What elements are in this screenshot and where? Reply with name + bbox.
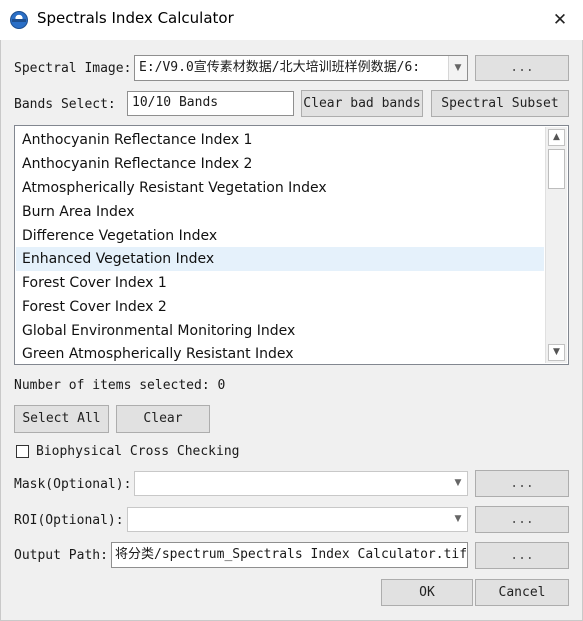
list-item[interactable]: Forest Cover Index 1 (16, 271, 544, 295)
ok-button[interactable]: OK (381, 579, 473, 606)
list-item[interactable]: Green Atmospherically Resistant Index (16, 342, 544, 364)
index-listbox[interactable]: Anthocyanin Reflectance Index 1 Anthocya… (14, 125, 569, 365)
chevron-down-icon[interactable]: ▼ (449, 508, 467, 531)
close-icon[interactable]: ✕ (545, 6, 575, 34)
bands-select-field[interactable]: 10/10 Bands (127, 91, 294, 116)
biophysical-label: Biophysical Cross Checking (36, 444, 240, 459)
mask-label: Mask(Optional): (14, 477, 132, 492)
list-item[interactable]: Anthocyanin Reflectance Index 1 (16, 128, 544, 152)
mask-combo[interactable]: ▼ (134, 471, 468, 496)
spectral-subset-button[interactable]: Spectral Subset (431, 90, 569, 117)
output-path-field[interactable]: 将分类/spectrum_Spectrals Index Calculator.… (111, 542, 468, 568)
chevron-down-icon[interactable]: ▼ (449, 472, 467, 495)
clear-bad-bands-button[interactable]: Clear bad bands (301, 90, 423, 117)
list-item[interactable]: Atmospherically Resistant Vegetation Ind… (16, 176, 544, 200)
window-title: Spectrals Index Calculator (37, 9, 234, 27)
items-selected-count: Number of items selected: 0 (14, 378, 226, 393)
list-item[interactable]: Difference Vegetation Index (16, 224, 544, 248)
spectral-image-label: Spectral Image: (14, 61, 132, 76)
scroll-up-icon[interactable]: ▲ (548, 129, 565, 146)
mask-value (135, 472, 449, 495)
scroll-down-icon[interactable]: ▼ (548, 344, 565, 361)
roi-combo[interactable]: ▼ (127, 507, 468, 532)
list-item[interactable]: Anthocyanin Reflectance Index 2 (16, 152, 544, 176)
app-globe-icon (10, 11, 28, 29)
spectral-image-value: E:/V9.0宣传素材数据/北大培训班样例数据/6: (139, 60, 421, 75)
list-scrollbar[interactable]: ▲ ▼ (545, 127, 567, 363)
spectral-image-browse-button[interactable]: ... (475, 55, 569, 81)
cancel-button[interactable]: Cancel (475, 579, 569, 606)
list-item-highlighted[interactable]: Enhanced Vegetation Index (16, 247, 544, 271)
roi-browse-button[interactable]: ... (475, 506, 569, 533)
roi-label: ROI(Optional): (14, 513, 124, 528)
output-path-browse-button[interactable]: ... (475, 542, 569, 569)
scrollbar-thumb[interactable] (548, 149, 565, 189)
clear-selection-button[interactable]: Clear (116, 405, 210, 433)
output-path-label: Output Path: (14, 548, 108, 563)
list-item[interactable]: Forest Cover Index 2 (16, 295, 544, 319)
select-all-button[interactable]: Select All (14, 405, 109, 433)
bands-select-label: Bands Select: (14, 97, 116, 112)
roi-value (128, 508, 449, 531)
biophysical-checkbox[interactable] (16, 445, 29, 458)
mask-browse-button[interactable]: ... (475, 470, 569, 497)
spectral-image-combo[interactable]: E:/V9.0宣传素材数据/北大培训班样例数据/6: ▼ (134, 55, 468, 81)
chevron-down-icon[interactable]: ▼ (448, 56, 467, 80)
list-item[interactable]: Burn Area Index (16, 200, 544, 224)
list-item[interactable]: Global Environmental Monitoring Index (16, 319, 544, 343)
